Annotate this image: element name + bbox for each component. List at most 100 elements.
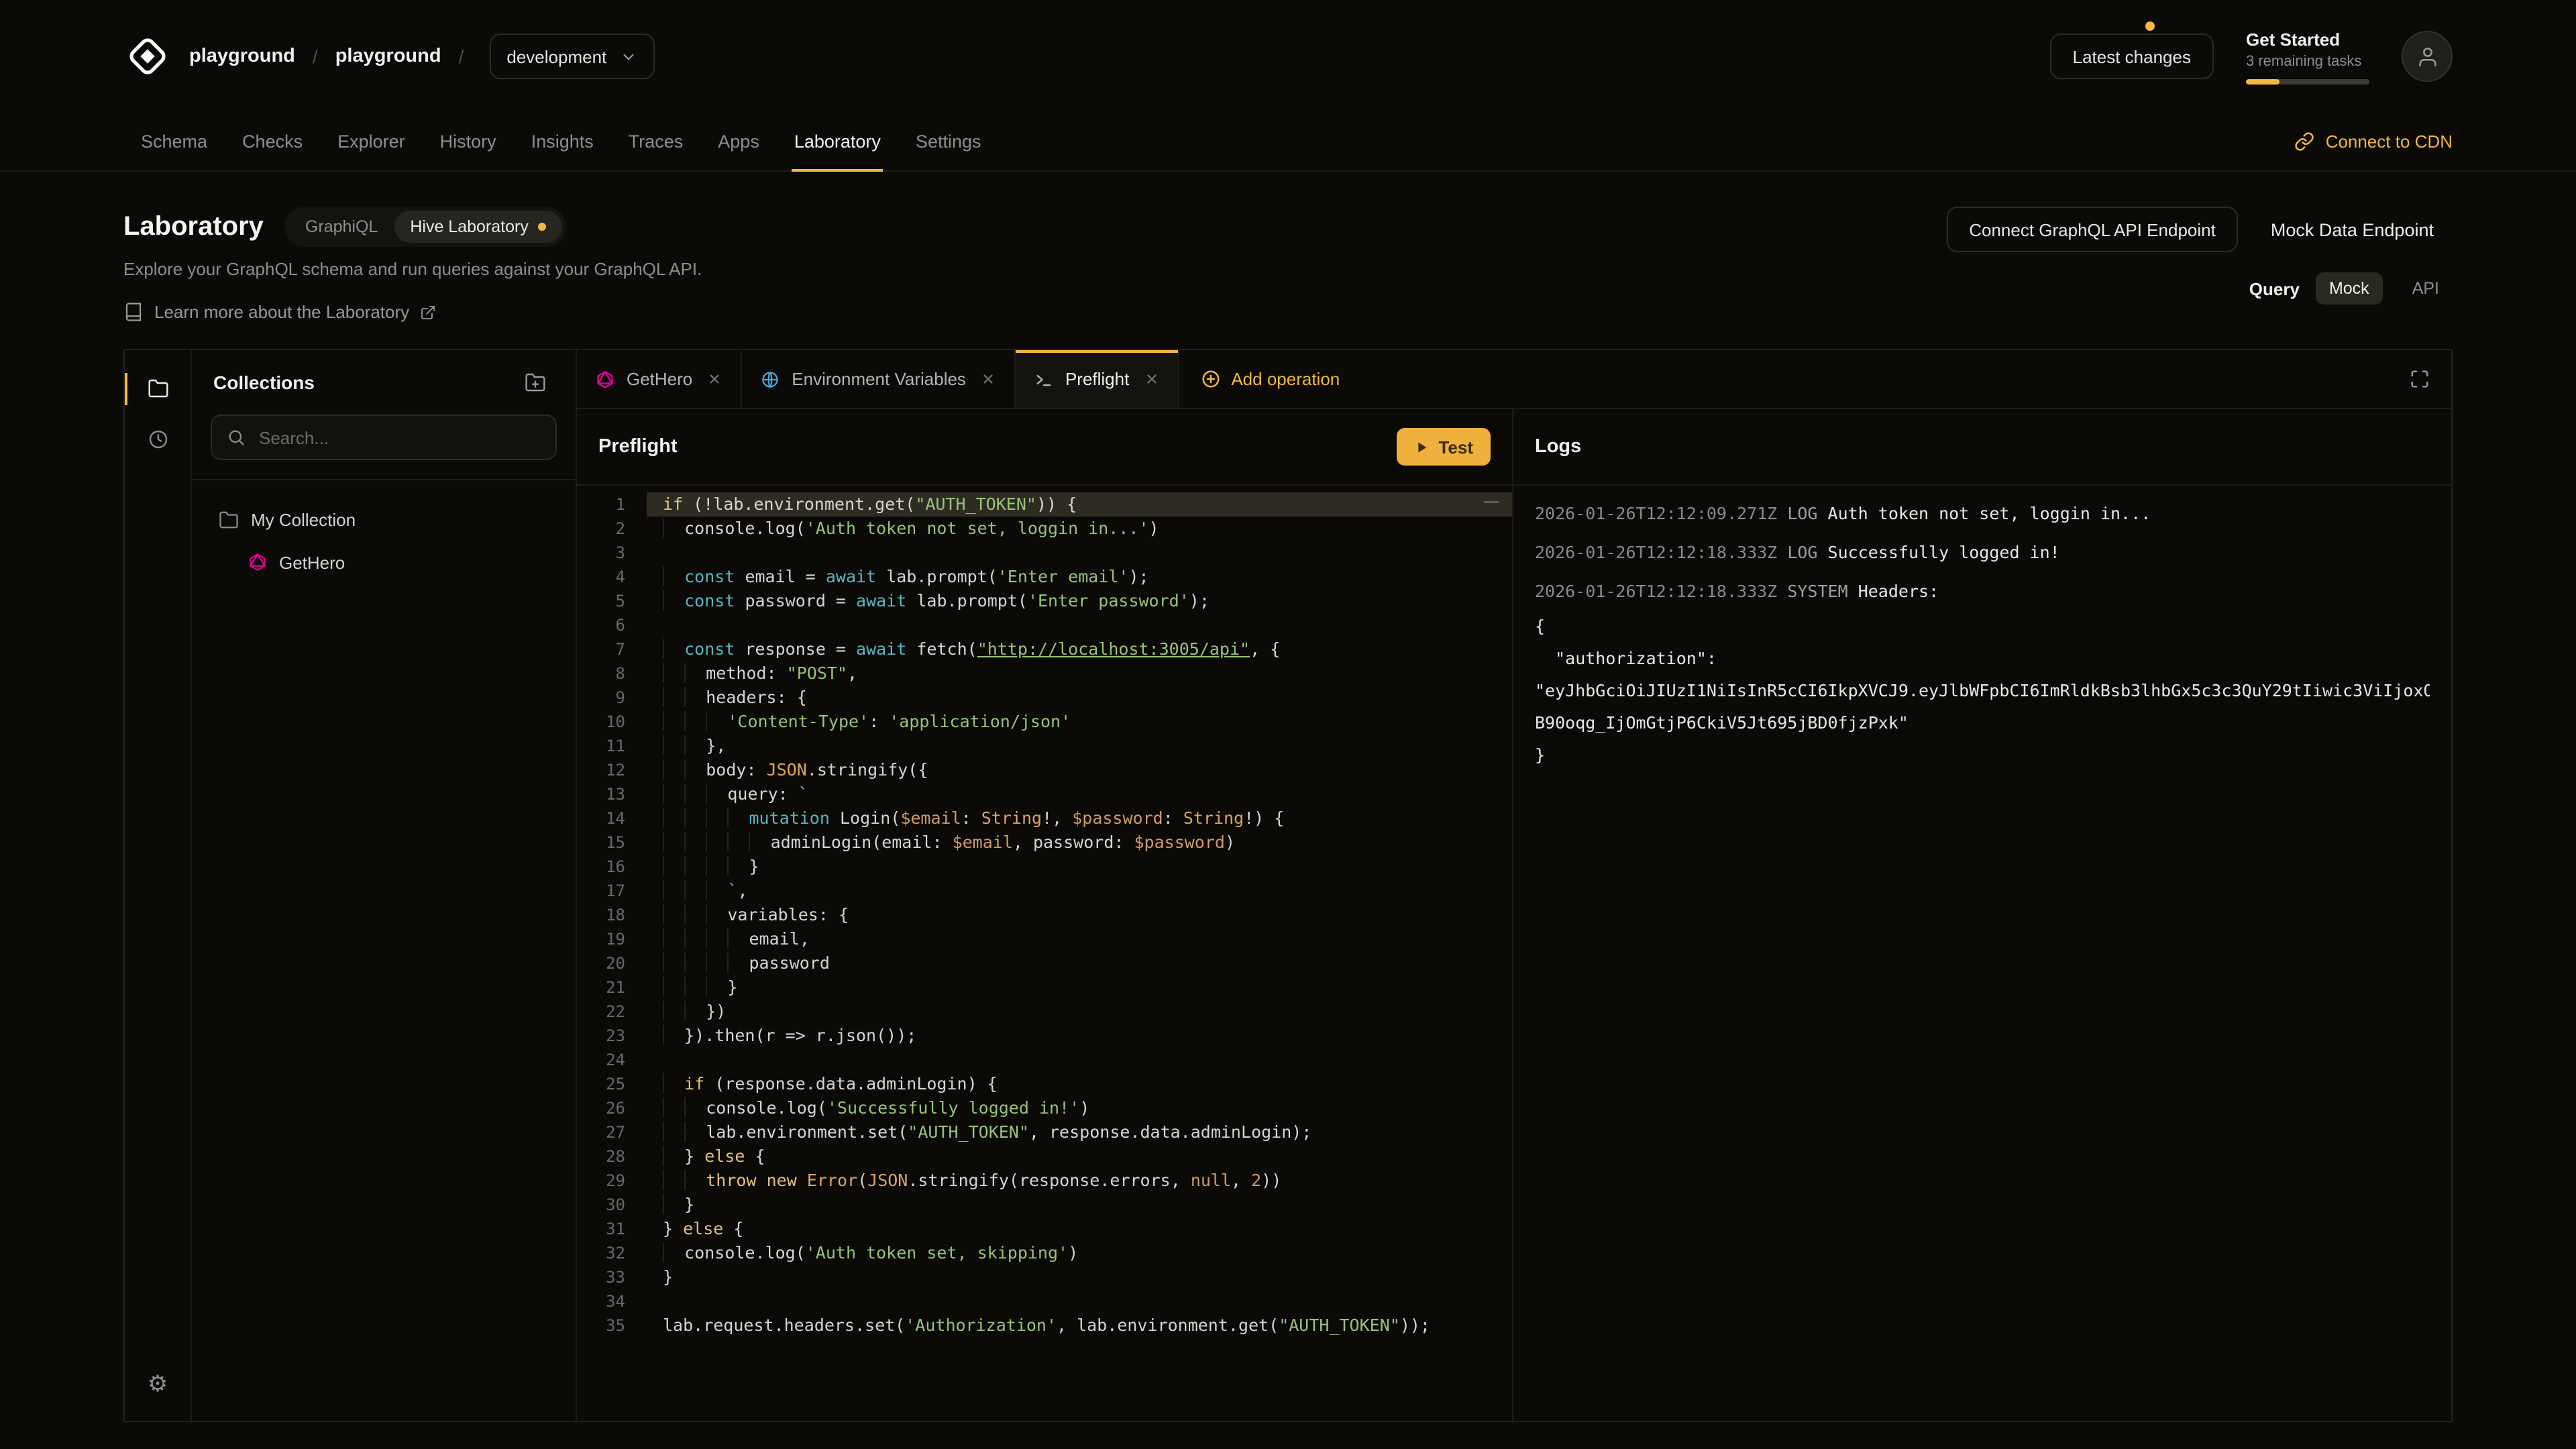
log-raw-line: } xyxy=(1535,739,2430,771)
mode-option-hive-laboratory[interactable]: Hive Laboratory xyxy=(394,211,562,243)
latest-changes-button[interactable]: Latest changes xyxy=(2050,34,2214,79)
mock-endpoint-button[interactable]: Mock Data Endpoint xyxy=(2252,207,2453,252)
learn-more-link[interactable]: Learn more about the Laboratory xyxy=(123,302,702,322)
collection-operation-gethero[interactable]: GetHero xyxy=(208,542,559,582)
close-tab-icon[interactable] xyxy=(1144,372,1159,386)
line-number: 29 xyxy=(577,1169,647,1193)
nav-item-traces[interactable]: Traces xyxy=(611,113,701,170)
log-entry: 2026-01-26T12:12:18.333Z LOG Successfull… xyxy=(1535,533,2430,572)
add-operation-button[interactable]: Add operation xyxy=(1179,350,1361,408)
nav-item-explorer[interactable]: Explorer xyxy=(320,113,423,170)
code-line[interactable]: 18 variables: { xyxy=(577,903,1512,927)
code-line[interactable]: 20 password xyxy=(577,951,1512,975)
logs-pane: Logs 2026-01-26T12:12:09.271Z LOG Auth t… xyxy=(1513,409,2451,1421)
collections-rail-button[interactable] xyxy=(139,369,176,407)
fullscreen-button[interactable] xyxy=(2388,350,2451,408)
line-number: 24 xyxy=(577,1048,647,1072)
code-line[interactable]: 31} else { xyxy=(577,1217,1512,1241)
code-line[interactable]: 16 } xyxy=(577,855,1512,879)
collection-folder-my-collection[interactable]: My Collection xyxy=(208,499,559,539)
get-started-widget[interactable]: Get Started 3 remaining tasks xyxy=(2246,29,2369,84)
line-number: 22 xyxy=(577,1000,647,1024)
code-line[interactable]: 2 console.log('Auth token not set, loggi… xyxy=(577,517,1512,541)
close-tab-icon[interactable] xyxy=(707,372,722,386)
environment-selector[interactable]: development xyxy=(489,34,655,79)
history-rail-button[interactable] xyxy=(139,420,176,458)
nav-item-insights[interactable]: Insights xyxy=(514,113,611,170)
code-line[interactable]: 27 lab.environment.set("AUTH_TOKEN", res… xyxy=(577,1120,1512,1144)
nav-item-laboratory[interactable]: Laboratory xyxy=(777,113,898,170)
query-mode-mock[interactable]: Mock xyxy=(2316,272,2383,305)
line-number: 7 xyxy=(577,637,647,661)
code-line[interactable]: 22 }) xyxy=(577,1000,1512,1024)
code-line[interactable]: 4 const email = await lab.prompt('Enter … xyxy=(577,565,1512,589)
code-line[interactable]: 13 query: ` xyxy=(577,782,1512,806)
code-editor[interactable]: 1if (!lab.environment.get("AUTH_TOKEN"))… xyxy=(577,486,1512,1421)
query-mode-api[interactable]: API xyxy=(2399,272,2453,305)
code-line[interactable]: 6 xyxy=(577,613,1512,637)
line-number: 12 xyxy=(577,758,647,782)
code-line[interactable]: 23 }).then(r => r.json()); xyxy=(577,1024,1512,1048)
code-line[interactable]: 25 if (response.data.adminLogin) { xyxy=(577,1072,1512,1096)
code-line[interactable]: 35lab.request.headers.set('Authorization… xyxy=(577,1313,1512,1338)
code-line[interactable]: 10 'Content-Type': 'application/json' xyxy=(577,710,1512,734)
code-line[interactable]: 33} xyxy=(577,1265,1512,1289)
collections-sidebar: Collections My CollectionGetHero xyxy=(192,350,577,1421)
breadcrumb-org[interactable]: playground xyxy=(189,46,295,67)
code-line[interactable]: 19 email, xyxy=(577,927,1512,951)
code-line[interactable]: 15 adminLogin(email: $email, password: $… xyxy=(577,830,1512,855)
line-number: 9 xyxy=(577,686,647,710)
nav-item-apps[interactable]: Apps xyxy=(700,113,777,170)
connect-to-cdn-link[interactable]: Connect to CDN xyxy=(2295,113,2453,170)
code-line[interactable]: 21 } xyxy=(577,975,1512,1000)
mode-option-graphiql[interactable]: GraphiQL xyxy=(289,211,394,243)
code-line[interactable]: 8 method: "POST", xyxy=(577,661,1512,686)
user-avatar[interactable] xyxy=(2402,31,2453,82)
new-collection-button[interactable] xyxy=(517,370,554,394)
connect-endpoint-button[interactable]: Connect GraphQL API Endpoint xyxy=(1946,207,2239,252)
tab-bar: GetHeroEnvironment VariablesPreflight Ad… xyxy=(577,350,2451,409)
nav-item-history[interactable]: History xyxy=(423,113,514,170)
active-rail-indicator xyxy=(125,373,127,405)
nav-item-schema[interactable]: Schema xyxy=(123,113,225,170)
notification-dot xyxy=(2145,21,2155,31)
code-line[interactable]: 17 `, xyxy=(577,879,1512,903)
line-number: 11 xyxy=(577,734,647,758)
tab-preflight[interactable]: Preflight xyxy=(1016,350,1179,408)
close-tab-icon[interactable] xyxy=(981,372,996,386)
test-button[interactable]: Test xyxy=(1397,428,1491,466)
code-line[interactable]: 24 xyxy=(577,1048,1512,1072)
code-line[interactable]: 5 const password = await lab.prompt('Ent… xyxy=(577,589,1512,613)
tab-environment-variables[interactable]: Environment Variables xyxy=(742,350,1016,408)
code-line[interactable]: 11 }, xyxy=(577,734,1512,758)
line-number: 2 xyxy=(577,517,647,541)
log-entry: 2026-01-26T12:12:18.333Z SYSTEM Headers: xyxy=(1535,572,2430,610)
code-line[interactable]: 34 xyxy=(577,1289,1512,1313)
code-line[interactable]: 26 console.log('Successfully logged in!'… xyxy=(577,1096,1512,1120)
line-number: 16 xyxy=(577,855,647,879)
tab-gethero[interactable]: GetHero xyxy=(577,350,742,408)
code-line[interactable]: 32 console.log('Auth token set, skipping… xyxy=(577,1241,1512,1265)
code-line[interactable]: 14 mutation Login($email: String!, $pass… xyxy=(577,806,1512,830)
workspace: GetHeroEnvironment VariablesPreflight Ad… xyxy=(577,350,2451,1421)
code-line[interactable]: 29 throw new Error(JSON.stringify(respon… xyxy=(577,1169,1512,1193)
code-line[interactable]: 7 const response = await fetch("http://l… xyxy=(577,637,1512,661)
hive-logo-icon[interactable] xyxy=(123,32,172,80)
code-line[interactable]: 9 headers: { xyxy=(577,686,1512,710)
fold-marker-icon[interactable]: — xyxy=(1484,494,1499,510)
graphql-icon xyxy=(248,553,267,572)
line-number: 21 xyxy=(577,975,647,1000)
code-line[interactable]: 1if (!lab.environment.get("AUTH_TOKEN"))… xyxy=(577,492,1512,517)
search-input[interactable] xyxy=(256,426,541,449)
nav-item-checks[interactable]: Checks xyxy=(225,113,320,170)
active-mode-dot xyxy=(538,223,546,231)
code-line[interactable]: 3 xyxy=(577,541,1512,565)
breadcrumb-project[interactable]: playground xyxy=(335,46,441,67)
code-line[interactable]: 12 body: JSON.stringify({ xyxy=(577,758,1512,782)
code-line[interactable]: 28 } else { xyxy=(577,1144,1512,1169)
code-line[interactable]: 30 } xyxy=(577,1193,1512,1217)
progress-bar xyxy=(2246,78,2369,84)
settings-rail-button[interactable]: ⚙ xyxy=(139,1364,176,1402)
nav-item-settings[interactable]: Settings xyxy=(898,113,999,170)
line-number: 4 xyxy=(577,565,647,589)
